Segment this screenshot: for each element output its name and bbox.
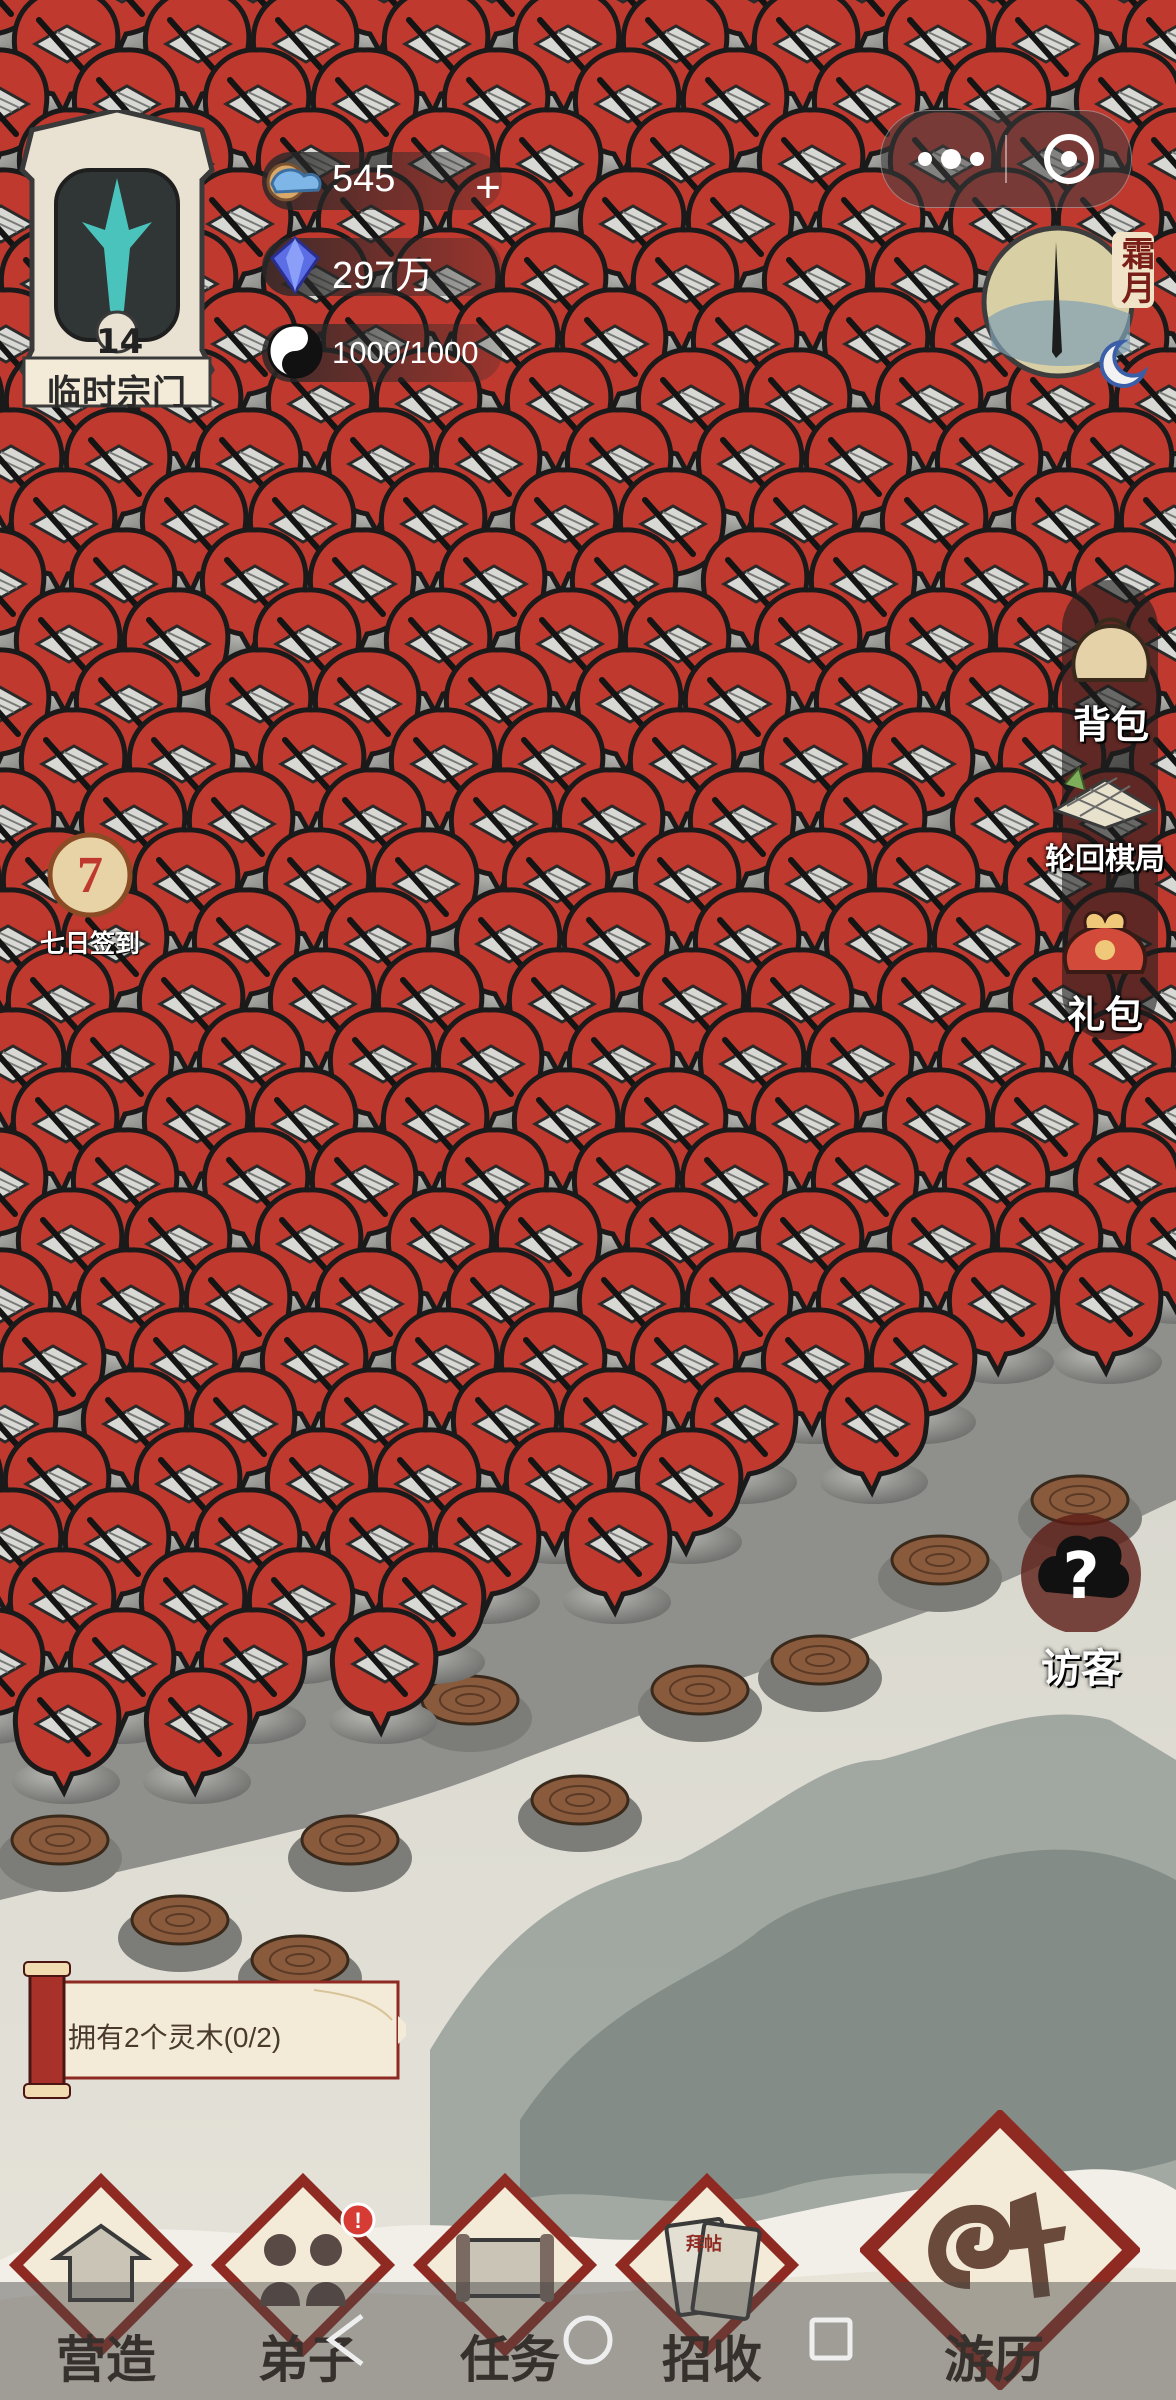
svg-text:!: ! [354, 2208, 361, 2233]
checkin-scroll-icon: 7 [47, 832, 133, 918]
chess-board-icon [1051, 765, 1159, 830]
checkin-label: 七日签到 [39, 929, 140, 958]
home-nav-icon[interactable] [563, 2315, 613, 2365]
add-currency-button[interactable]: + [460, 160, 516, 216]
crystal-counter[interactable]: 297万 [262, 236, 502, 297]
svg-text:?: ? [1062, 1540, 1099, 1614]
visitor-button[interactable]: ? 访客 [1006, 1512, 1156, 1694]
season-label: 霜月 [1112, 232, 1155, 308]
stamina-value: 1000/1000 [332, 335, 479, 370]
miniprogram-capsule [880, 110, 1132, 208]
back-nav-icon[interactable] [325, 2314, 364, 2366]
bag-icon [1071, 617, 1151, 682]
blue-gem-icon [270, 236, 320, 295]
recents-nav-icon[interactable] [809, 2317, 853, 2361]
system-nav-bar [0, 2282, 1176, 2400]
quest-text[interactable]: 拥有2个灵木(0/2) [68, 2016, 281, 2056]
sect-badge[interactable]: 14 临时宗门 [12, 107, 222, 420]
more-options-icon[interactable] [901, 137, 1001, 181]
blocked-tile-marker[interactable] [1054, 1247, 1164, 1384]
sect-name: 临时宗门 [47, 373, 187, 413]
blocked-tile-marker[interactable] [820, 1367, 930, 1504]
stamina-counter[interactable]: 1000/1000 [262, 323, 502, 382]
crystal-value: 297万 [332, 255, 434, 297]
capsule-divider [1005, 135, 1007, 183]
blocked-tile-marker[interactable] [143, 1667, 253, 1804]
sect-level: 14 [96, 322, 144, 362]
seven-day-checkin-button[interactable]: 7 七日签到 [30, 830, 150, 960]
yin-yang-icon [267, 323, 323, 379]
checkin-day-number: 7 [77, 847, 103, 904]
bag-button[interactable]: 背包 [1036, 610, 1176, 749]
mystery-visitor-icon: ? [1021, 1514, 1141, 1634]
gift-pouch-icon [1062, 911, 1148, 974]
gift-pack-button[interactable]: 礼包 [1030, 900, 1176, 1039]
blocked-tile-marker[interactable] [329, 1607, 439, 1744]
chess-label: 轮回棋局 [1045, 842, 1165, 877]
close-miniprogram-icon[interactable] [1019, 123, 1119, 195]
recruit-card-text: 拜帖 [686, 2233, 722, 2255]
blocked-tile-marker[interactable] [563, 1487, 673, 1624]
gift-pack-label: 礼包 [1066, 993, 1143, 1037]
chess-button[interactable]: 轮回棋局 [1020, 760, 1176, 878]
cloud-coin-icon [266, 162, 322, 202]
bag-label: 背包 [1072, 703, 1149, 747]
game-viewport[interactable]: 14 临时宗门 545 + 297万 1000/1000 霜月 背包 轮回棋局 … [0, 0, 1176, 2400]
spirit-stone-value: 545 [332, 158, 396, 200]
blocked-tile-marker[interactable] [12, 1667, 122, 1804]
visitor-label: 访客 [1041, 1646, 1121, 1692]
